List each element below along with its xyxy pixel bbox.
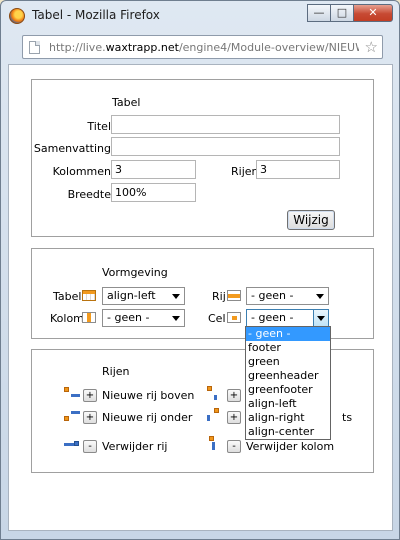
- rijen-input[interactable]: [256, 160, 340, 179]
- cel-option[interactable]: align-left: [246, 397, 330, 411]
- wijzig-button[interactable]: Wijzig: [287, 210, 335, 230]
- close-button[interactable]: ✕: [353, 4, 393, 22]
- minimize-button[interactable]: —: [307, 4, 331, 22]
- kolom-style-label: Kolom: [50, 312, 84, 325]
- insert-column-left-icon: [207, 386, 223, 400]
- cel-style-label: Cel: [208, 312, 226, 325]
- titel-input[interactable]: [111, 115, 340, 134]
- insert-row-below-icon: [64, 409, 80, 423]
- cel-option[interactable]: green: [246, 355, 330, 369]
- nieuwe-kolom-rechts-button[interactable]: +: [227, 411, 241, 424]
- tabel-style-label: Tabel: [53, 290, 82, 303]
- cel-option[interactable]: align-right: [246, 411, 330, 425]
- delete-row-icon: [64, 438, 80, 452]
- browser-window: Tabel - Mozilla Firefox — □ ✕ http://liv…: [0, 0, 400, 540]
- verwijder-rij-button[interactable]: -: [83, 440, 97, 453]
- insert-row-above-icon: [64, 387, 80, 401]
- rijen-label: Rijen: [231, 165, 259, 178]
- nieuwe-kolom-links-button[interactable]: +: [227, 389, 241, 402]
- cel-options-list: - geen - footer green greenheader greenf…: [245, 326, 331, 440]
- window-title: Tabel - Mozilla Firefox: [32, 8, 160, 22]
- page-icon: [29, 41, 40, 54]
- kolom-style-select[interactable]: - geen -: [102, 309, 185, 327]
- verwijder-kolom-label: Verwijder kolom: [246, 440, 335, 453]
- rij-style-select[interactable]: - geen -: [246, 287, 329, 305]
- rijen-legend: Rijen: [102, 365, 130, 378]
- url-text[interactable]: http://live.waxtrapp.net/engine4/Module-…: [49, 41, 359, 54]
- samenvatting-label: Samenvatting: [33, 142, 111, 155]
- cel-option[interactable]: greenheader: [246, 369, 330, 383]
- nieuwe-rij-onder-label: Nieuwe rij onder: [102, 411, 193, 424]
- nieuwe-rij-onder-button[interactable]: +: [83, 411, 97, 424]
- nieuwe-rij-boven-label: Nieuwe rij boven: [102, 389, 195, 402]
- bookmark-star-icon[interactable]: ☆: [365, 38, 378, 56]
- title-bar[interactable]: Tabel - Mozilla Firefox — □ ✕: [1, 1, 399, 31]
- partial-label: ts: [342, 411, 353, 424]
- titel-label: Titel: [87, 120, 111, 133]
- row-style-icon: [227, 290, 241, 301]
- rij-style-label: Rij: [212, 290, 226, 303]
- column-style-icon: [82, 312, 96, 323]
- verwijder-rij-label: Verwijder rij: [102, 440, 168, 453]
- cell-style-icon: [227, 312, 241, 323]
- samenvatting-input[interactable]: [111, 137, 340, 156]
- window-controls: — □ ✕: [307, 4, 393, 22]
- insert-column-right-icon: [207, 408, 223, 422]
- url-bar[interactable]: http://live.waxtrapp.net/engine4/Module-…: [22, 35, 383, 59]
- breedte-input[interactable]: [111, 183, 196, 202]
- cel-option[interactable]: greenfooter: [246, 383, 330, 397]
- vormgeving-legend: Vormgeving: [102, 266, 168, 279]
- cel-option[interactable]: align-center: [246, 425, 330, 439]
- verwijder-kolom-button[interactable]: -: [227, 440, 241, 453]
- cel-option[interactable]: footer: [246, 341, 330, 355]
- tabel-section: Tabel Titel Samenvatting Kolommen Rijen …: [31, 79, 374, 237]
- cel-style-select[interactable]: - geen -: [246, 309, 329, 327]
- nieuwe-rij-boven-button[interactable]: +: [83, 389, 97, 402]
- cel-option[interactable]: - geen -: [246, 327, 330, 341]
- maximize-button[interactable]: □: [330, 4, 354, 22]
- table-icon: [82, 290, 96, 301]
- kolommen-label: Kolommen: [52, 165, 111, 178]
- cel-dropdown-button[interactable]: [313, 310, 328, 326]
- firefox-logo-icon: [9, 8, 25, 24]
- tabel-legend: Tabel: [112, 96, 141, 109]
- dialog-content: Tabel Titel Samenvatting Kolommen Rijen …: [8, 64, 393, 531]
- tabel-style-select[interactable]: align-left: [102, 287, 185, 305]
- delete-column-icon: [207, 436, 223, 450]
- kolommen-input[interactable]: [111, 160, 196, 179]
- breedte-label: Breedte: [67, 188, 111, 201]
